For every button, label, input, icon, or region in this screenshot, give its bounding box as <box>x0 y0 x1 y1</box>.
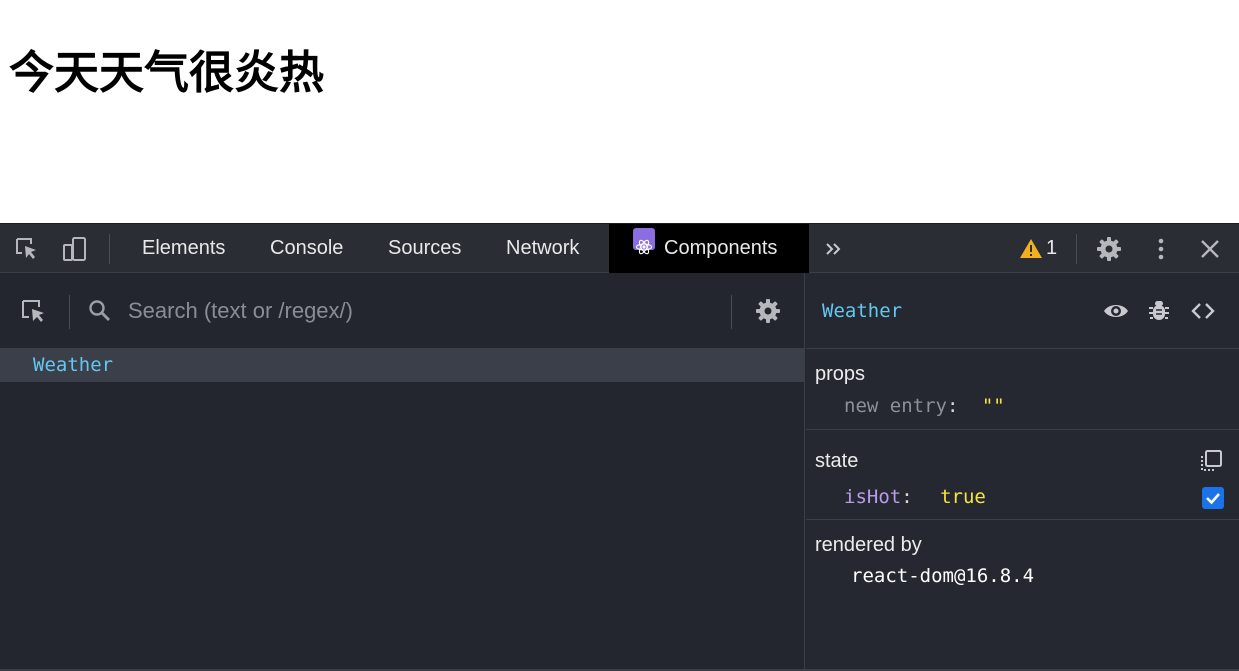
log-to-console-bug-icon[interactable] <box>1146 298 1172 324</box>
devtools-tabbar: Elements Console Sources Network Compone… <box>0 223 1239 273</box>
ishot-value[interactable]: true <box>940 486 986 508</box>
component-tree-panel: Weather <box>0 273 805 671</box>
warning-icon[interactable] <box>1018 236 1044 262</box>
toolbar-divider <box>109 234 110 264</box>
device-toolbar-icon[interactable] <box>62 236 88 262</box>
component-settings-gear-icon[interactable] <box>755 298 781 324</box>
inspect-dom-eye-icon[interactable] <box>1102 298 1128 324</box>
renderer-version[interactable]: react-dom@16.8.4 <box>851 565 1034 587</box>
state-title: state <box>815 450 859 472</box>
state-ishot-row[interactable]: isHot: true <box>844 486 986 508</box>
inspect-element-icon[interactable] <box>14 236 40 262</box>
tab-elements[interactable]: Elements <box>142 224 225 273</box>
component-inspector-panel: Weather props new entry: "" state isHot:… <box>806 273 1239 671</box>
app-page: 今天天气很炎热 <box>0 0 1239 223</box>
props-new-entry-row[interactable]: new entry: "" <box>844 395 1005 417</box>
more-options-icon[interactable] <box>1148 236 1174 262</box>
props-title: props <box>815 363 866 385</box>
warning-count[interactable]: 1 <box>1046 224 1057 273</box>
tab-components[interactable]: Components <box>609 224 809 273</box>
rendered-by-title: rendered by <box>815 534 922 556</box>
more-tabs-icon[interactable] <box>822 236 848 262</box>
tab-console[interactable]: Console <box>270 224 343 273</box>
ishot-checkbox[interactable] <box>1202 487 1224 509</box>
component-search-input[interactable] <box>128 295 718 327</box>
react-logo-icon <box>633 228 655 255</box>
search-divider <box>731 295 732 329</box>
tab-components-label: Components <box>664 237 778 259</box>
inspector-header: Weather <box>806 273 1239 349</box>
toolbar-divider <box>1076 234 1077 264</box>
ishot-key[interactable]: isHot <box>844 486 901 508</box>
copy-state-icon[interactable] <box>1198 448 1224 474</box>
state-section: state isHot: true <box>806 430 1239 520</box>
tree-item-label: Weather <box>33 354 114 376</box>
page-heading: 今天天气很炎热 <box>9 46 325 99</box>
tab-sources[interactable]: Sources <box>388 224 461 273</box>
devtools-panel: Elements Console Sources Network Compone… <box>0 223 1239 671</box>
new-entry-key[interactable]: new entry <box>844 395 947 417</box>
tab-network[interactable]: Network <box>506 224 579 273</box>
rendered-by-section: rendered by react-dom@16.8.4 <box>806 520 1239 600</box>
props-section: props new entry: "" <box>806 349 1239 430</box>
view-source-icon[interactable] <box>1190 298 1216 324</box>
tree-item-weather[interactable]: Weather <box>0 349 805 382</box>
close-devtools-icon[interactable] <box>1197 236 1223 262</box>
new-entry-value[interactable]: "" <box>982 395 1005 417</box>
settings-gear-icon[interactable] <box>1096 236 1122 262</box>
component-search-bar <box>0 273 805 349</box>
search-icon <box>87 298 113 324</box>
select-component-icon[interactable] <box>20 298 46 324</box>
search-divider <box>69 295 70 329</box>
inspected-component-name: Weather <box>822 300 903 322</box>
